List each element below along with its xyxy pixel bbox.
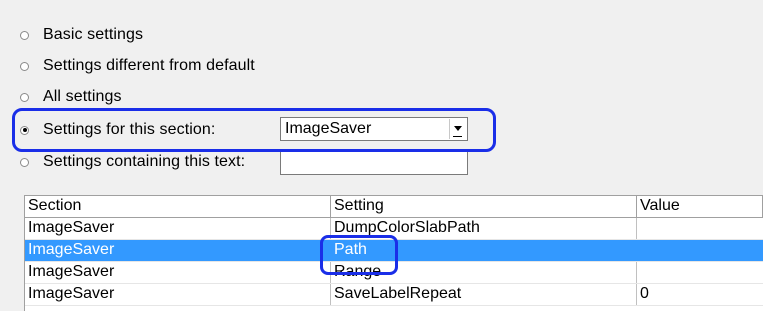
table-row-selected[interactable]: ImageSaver Path <box>25 240 763 262</box>
column-header-section[interactable]: Section <box>25 196 331 217</box>
option-settings-for-section[interactable]: Settings for this section: <box>20 119 215 141</box>
settings-table: Section Setting Value ImageSaver DumpCol… <box>24 195 763 311</box>
section-dropdown[interactable]: ImageSaver <box>280 117 468 141</box>
option-settings-containing-text[interactable]: Settings containing this text: <box>20 151 245 173</box>
chevron-down-icon[interactable] <box>449 119 465 139</box>
option-settings-different-from-default[interactable]: Settings different from default <box>20 55 255 77</box>
option-label: Basic settings <box>43 26 144 43</box>
cell-section: ImageSaver <box>25 240 331 261</box>
table-row[interactable]: ImageSaver DumpColorSlabPath <box>25 218 763 240</box>
cell-setting: Range <box>331 262 637 283</box>
cell-value <box>637 218 763 239</box>
radio-button[interactable] <box>20 92 29 102</box>
option-label: All settings <box>43 88 122 105</box>
cell-value <box>637 262 763 283</box>
cell-section: ImageSaver <box>25 262 331 283</box>
table-header: Section Setting Value <box>25 196 763 218</box>
section-dropdown-value: ImageSaver <box>285 120 372 137</box>
text-filter-input[interactable] <box>280 149 468 175</box>
cell-setting: Path <box>331 240 637 261</box>
column-header-setting[interactable]: Setting <box>331 196 637 217</box>
option-label: Settings different from default <box>43 57 255 74</box>
cell-setting: SaveLabelRepeat <box>331 284 637 305</box>
cell-section: ImageSaver <box>25 284 331 305</box>
cell-section: ImageSaver <box>25 218 331 239</box>
cell-value: 0 <box>640 285 649 302</box>
radio-button[interactable] <box>20 61 29 71</box>
table-row[interactable]: ImageSaver Range <box>25 262 763 284</box>
cell-value <box>637 240 763 261</box>
option-basic-settings[interactable]: Basic settings <box>20 24 143 46</box>
cell-setting: DumpColorSlabPath <box>331 218 637 239</box>
table-row[interactable]: ImageSaver SaveLabelRepeat 0 <box>25 284 763 306</box>
radio-button[interactable] <box>20 30 29 40</box>
column-header-value[interactable]: Value <box>637 196 763 217</box>
radio-button[interactable] <box>20 157 29 167</box>
option-label: Settings for this section: <box>43 121 216 138</box>
option-all-settings[interactable]: All settings <box>20 86 122 108</box>
option-label: Settings containing this text: <box>43 153 246 170</box>
radio-button-checked[interactable] <box>20 125 29 135</box>
